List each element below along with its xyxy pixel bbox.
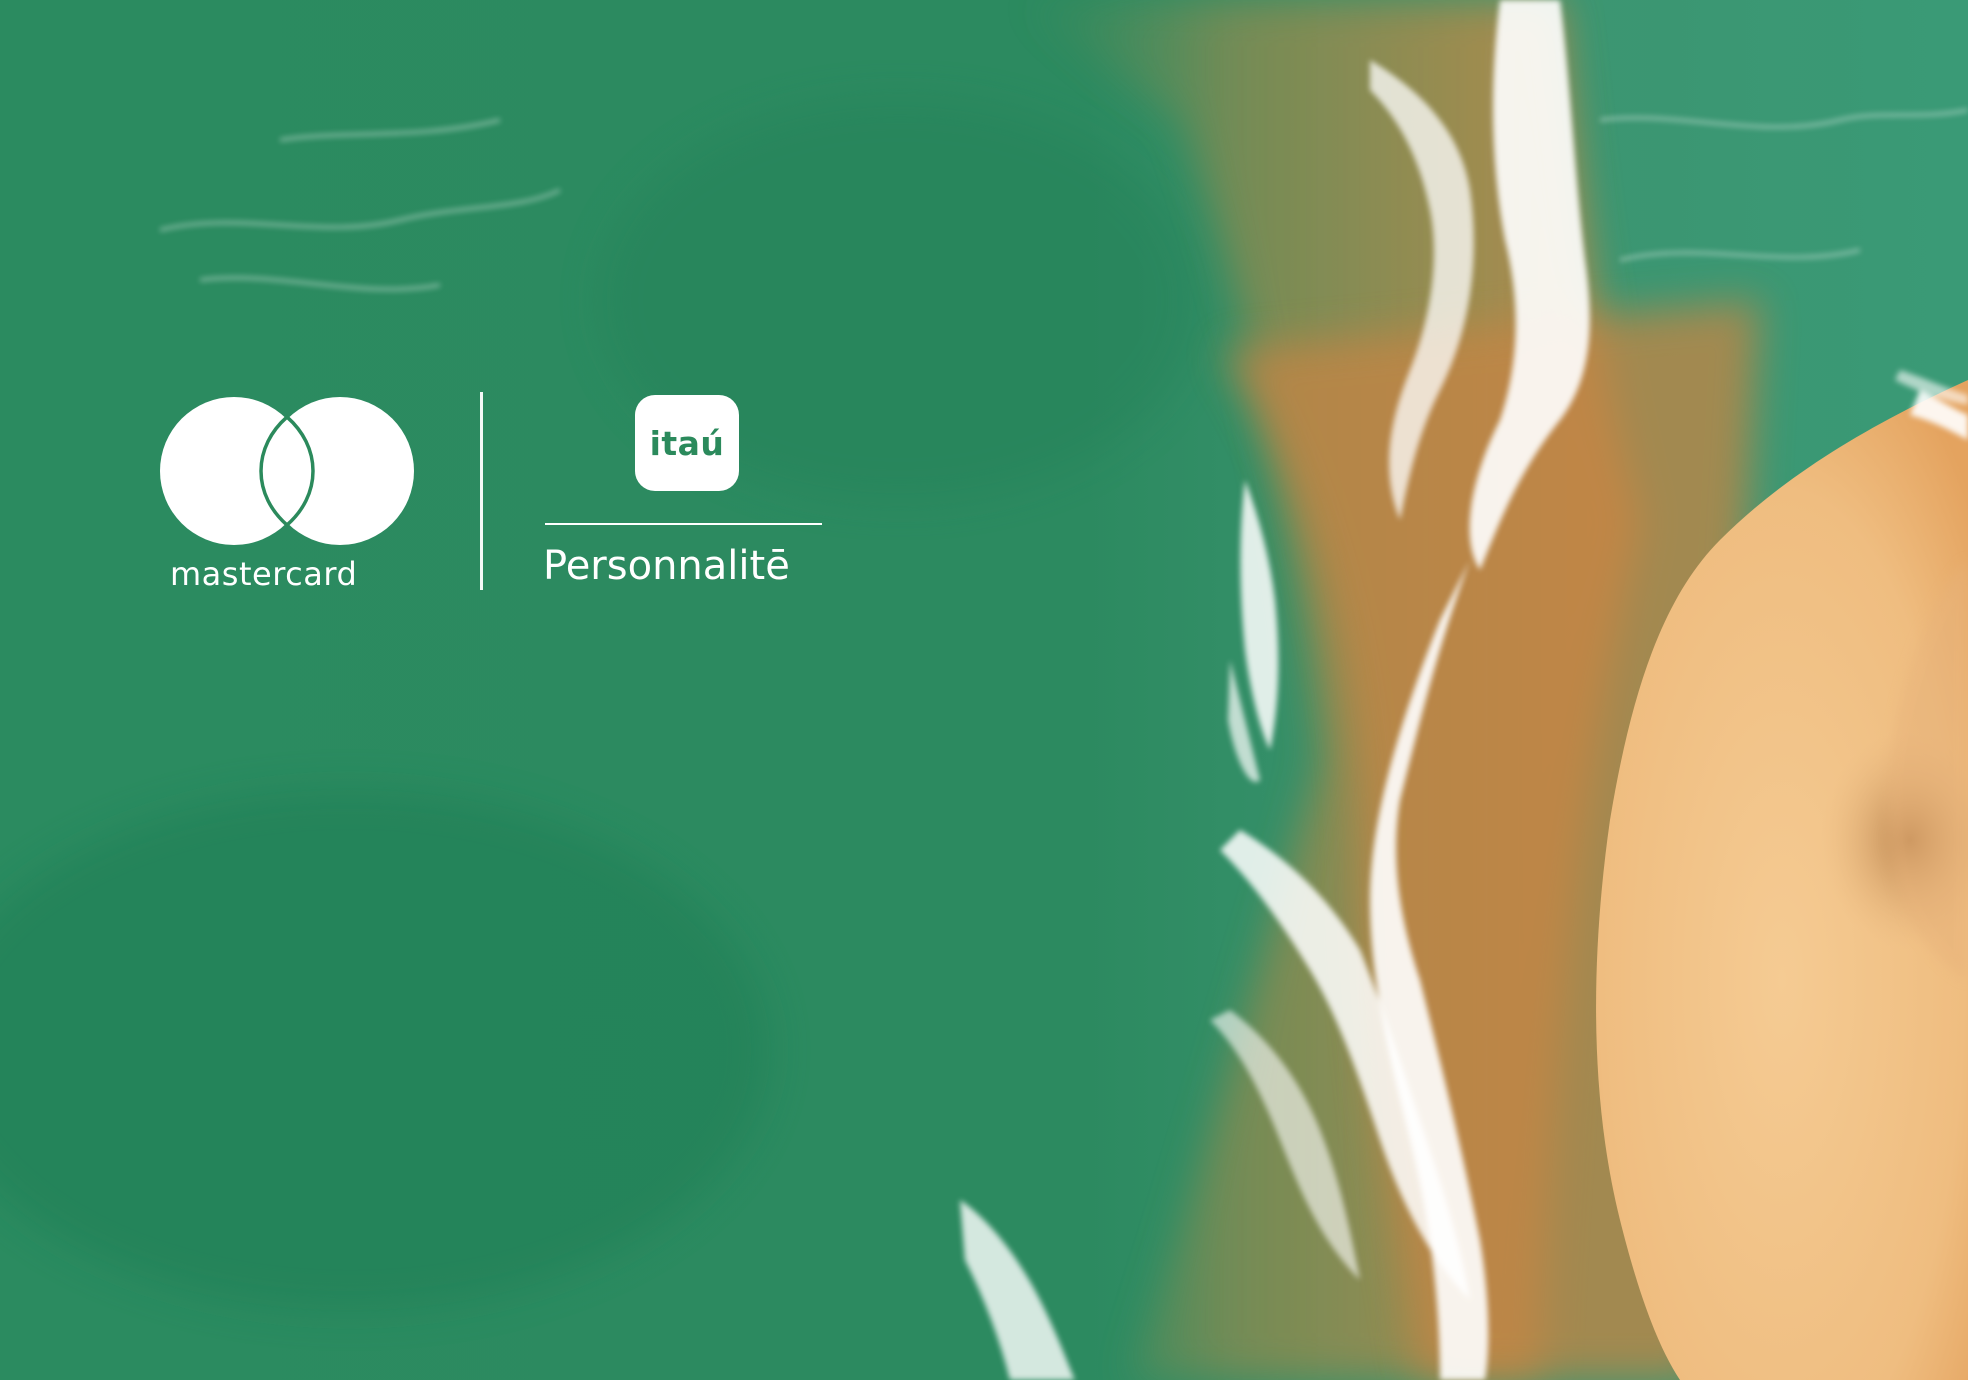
aerial-beach-background [0,0,1968,1380]
itau-badge-text: itaú [649,423,725,463]
hero-banner: mastercard itaú Personnalitē [0,0,1968,1380]
itau-badge: itaú [635,395,739,491]
personnalite-wordmark: Personnalitē [543,543,790,589]
itau-personnalite-logo: itaú Personnalitē [543,395,828,595]
mastercard-wordmark: mastercard [170,555,358,593]
mastercard-circles-icon [160,397,414,545]
mastercard-logo: mastercard [158,397,414,597]
logo-divider [480,392,483,590]
itau-rule [545,523,822,525]
